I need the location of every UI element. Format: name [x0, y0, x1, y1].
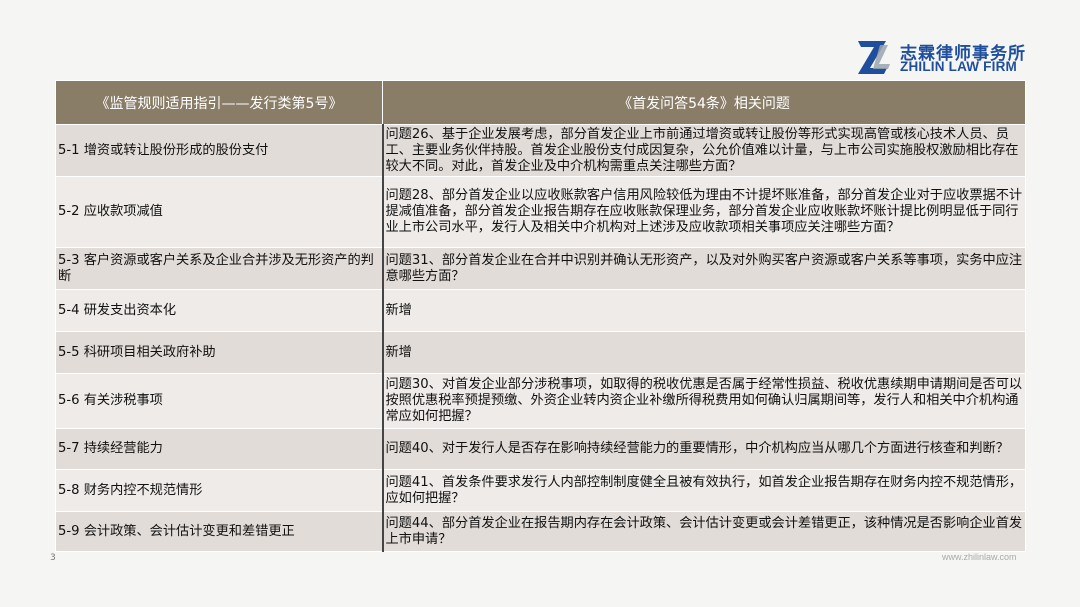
brand-logo: 志霖律师事务所 ZHILIN LAW FIRM: [856, 38, 1046, 78]
page-number: 3: [50, 553, 56, 563]
header-left: 《监管规则适用指引——发行类第5号》: [55, 80, 383, 125]
table-header-row: 《监管规则适用指引——发行类第5号》 《首发问答54条》相关问题: [55, 80, 1026, 125]
rule-cell: 5-4 研发支出资本化: [55, 289, 384, 332]
rule-cell: 5-6 有关涉税事项: [55, 373, 384, 429]
question-cell: 问题40、对于发行人是否存在影响持续经营能力的重要情形，中介机构应当从哪几个方面…: [382, 428, 1026, 470]
question-cell: 新增: [382, 289, 1026, 332]
table-row: 5-8 财务内控不规范情形 问题41、首发条件要求发行人内部控制制度健全且被有效…: [55, 469, 1026, 512]
rule-cell: 5-9 会计政策、会计估计变更和差错更正: [55, 511, 384, 552]
table-row: 5-7 持续经营能力 问题40、对于发行人是否存在影响持续经营能力的重要情形，中…: [55, 428, 1026, 470]
header-right: 《首发问答54条》相关问题: [382, 80, 1026, 125]
table-row: 5-3 客户资源或客户关系及企业合并涉及无形资产的判断 问题31、部分首发企业在…: [55, 247, 1026, 290]
table-row: 5-9 会计政策、会计估计变更和差错更正 问题44、部分首发企业在报告期内存在会…: [55, 511, 1026, 552]
comparison-table: 《监管规则适用指引——发行类第5号》 《首发问答54条》相关问题 5-1 增资或…: [55, 80, 1026, 552]
table-row: 5-1 增资或转让股份形成的股份支付 问题26、基于企业发展考虑，部分首发企业上…: [55, 124, 1026, 177]
table-row: 5-6 有关涉税事项 问题30、对首发企业部分涉税事项，如取得的税收优惠是否属于…: [55, 373, 1026, 429]
question-cell: 问题44、部分首发企业在报告期内存在会计政策、会计估计变更或会计差错更正，该种情…: [382, 511, 1026, 552]
zl-monogram-icon: [858, 41, 890, 74]
rule-cell: 5-8 财务内控不规范情形: [55, 469, 384, 512]
brand-name-en: ZHILIN LAW FIRM: [900, 59, 1017, 74]
table-row: 5-2 应收款项减值 问题28、部分首发企业以应收账款客户信用风险较低为理由不计…: [55, 176, 1026, 248]
question-cell: 问题28、部分首发企业以应收账款客户信用风险较低为理由不计提坏账准备，部分首发企…: [382, 176, 1026, 248]
question-cell: 问题26、基于企业发展考虑，部分首发企业上市前通过增资或转让股份等形式实现高管或…: [382, 124, 1026, 177]
table-row: 5-4 研发支出资本化 新增: [55, 289, 1026, 332]
rule-cell: 5-3 客户资源或客户关系及企业合并涉及无形资产的判断: [55, 247, 384, 290]
footer-website: www.zhilinlaw.com: [942, 552, 1017, 562]
question-cell: 新增: [382, 331, 1026, 374]
question-cell: 问题41、首发条件要求发行人内部控制制度健全且被有效执行，如首发企业报告期存在财…: [382, 469, 1026, 512]
question-cell: 问题30、对首发企业部分涉税事项，如取得的税收优惠是否属于经常性损益、税收优惠续…: [382, 373, 1026, 429]
question-cell: 问题31、部分首发企业在合并中识别并确认无形资产，以及对外购买客户资源或客户关系…: [382, 247, 1026, 290]
rule-cell: 5-2 应收款项减值: [55, 176, 384, 248]
rule-cell: 5-7 持续经营能力: [55, 428, 384, 470]
table-row: 5-5 科研项目相关政府补助 新增: [55, 331, 1026, 374]
rule-cell: 5-1 增资或转让股份形成的股份支付: [55, 124, 384, 177]
rule-cell: 5-5 科研项目相关政府补助: [55, 331, 384, 374]
